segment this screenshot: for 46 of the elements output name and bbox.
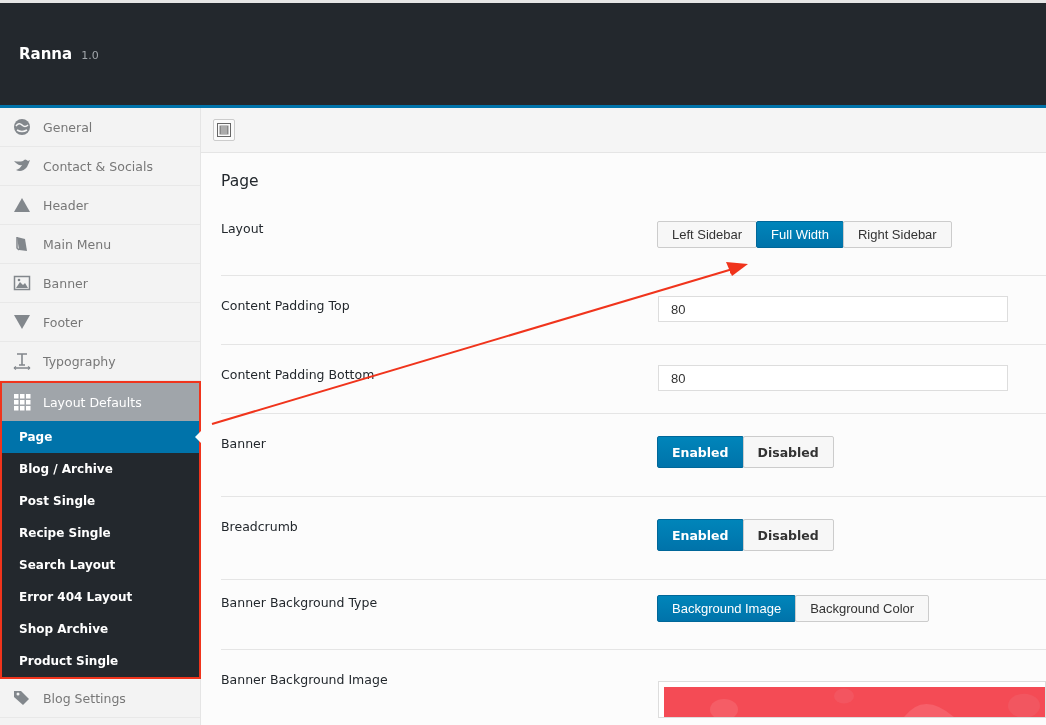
app-title: Ranna bbox=[19, 45, 73, 63]
option-button[interactable]: Full Width bbox=[756, 221, 844, 248]
submenu-item[interactable]: Error 404 Layout bbox=[2, 581, 199, 613]
sidebar-item[interactable]: Main Menu bbox=[0, 225, 200, 264]
sidebar-item[interactable]: Banner bbox=[0, 264, 200, 303]
submenu-item[interactable]: Shop Archive bbox=[2, 613, 199, 645]
field-label: Banner Background Image bbox=[221, 672, 389, 689]
sidebar-item[interactable]: Footer bbox=[0, 303, 200, 342]
triangle-down-icon bbox=[13, 313, 31, 331]
field-label: Banner Background Type bbox=[221, 595, 379, 612]
image-icon bbox=[13, 274, 31, 292]
field-label: Content Padding Bottom bbox=[221, 366, 376, 384]
submenu-item[interactable]: Blog / Archive bbox=[2, 453, 199, 485]
sidebar-item[interactable]: Typography bbox=[0, 342, 200, 381]
submenu-item[interactable]: Recipe Single bbox=[2, 517, 199, 549]
sidebar-item[interactable]: Header bbox=[0, 186, 200, 225]
submenu-item[interactable]: Post Single bbox=[2, 485, 199, 517]
globe-icon bbox=[13, 118, 31, 136]
option-button[interactable]: Disabled bbox=[742, 436, 834, 468]
tag-icon bbox=[13, 689, 31, 707]
section-title: Page bbox=[221, 171, 260, 192]
field-label: Breadcrumb bbox=[221, 519, 299, 536]
option-button[interactable]: Background Color bbox=[795, 595, 930, 622]
grid-icon bbox=[13, 393, 31, 411]
option-button[interactable]: Enabled bbox=[657, 519, 744, 551]
version-label: 1.0 bbox=[81, 49, 99, 62]
image-field[interactable] bbox=[658, 681, 1046, 718]
layout-toggle-button[interactable] bbox=[213, 119, 235, 141]
sidebar-item[interactable]: Contact & Socials bbox=[0, 147, 200, 186]
field-label: Layout bbox=[221, 221, 265, 238]
submenu-item[interactable]: Product Single bbox=[2, 645, 199, 677]
submenu-item[interactable]: Search Layout bbox=[2, 549, 199, 581]
sidebar-item[interactable]: Blog Settings bbox=[0, 679, 200, 718]
field-label: Banner bbox=[221, 436, 267, 453]
option-button[interactable]: Background Image bbox=[657, 595, 797, 622]
text-icon bbox=[13, 352, 31, 370]
input-field[interactable]: 80 bbox=[658, 296, 1008, 322]
option-button[interactable]: Left Sidebar bbox=[657, 221, 758, 248]
option-button[interactable]: Enabled bbox=[657, 436, 744, 468]
option-button[interactable]: Disabled bbox=[742, 519, 834, 551]
field-label: Content Padding Top bbox=[221, 297, 351, 315]
submenu-item[interactable]: Page bbox=[2, 421, 199, 453]
triangle-up-icon bbox=[13, 196, 31, 214]
sidebar-item[interactable]: General bbox=[0, 108, 200, 147]
input-field[interactable]: 80 bbox=[658, 365, 1008, 391]
option-button[interactable]: Right Sidebar bbox=[842, 221, 952, 248]
